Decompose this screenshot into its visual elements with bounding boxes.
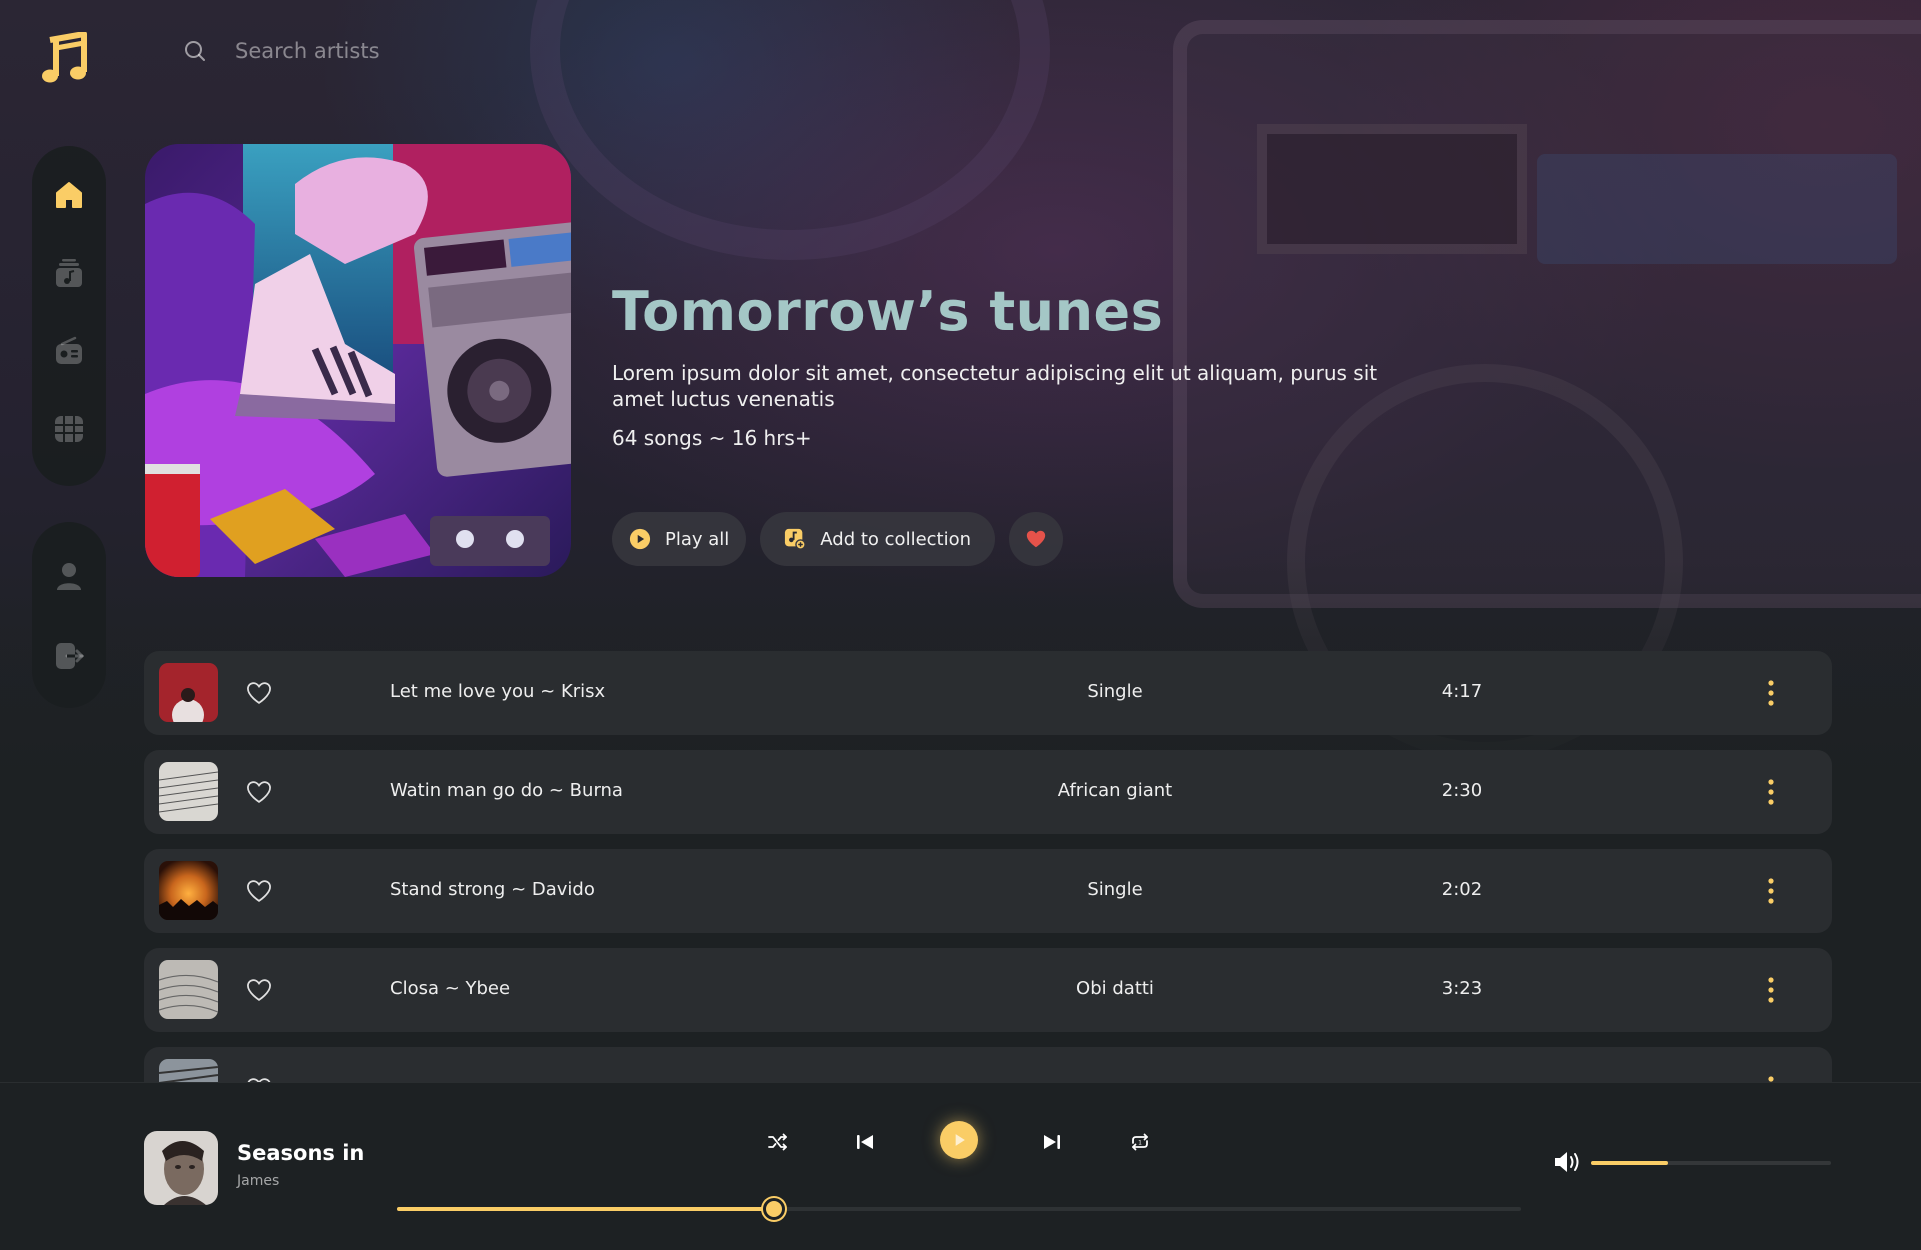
play-all-button[interactable]: Play all [612, 512, 747, 566]
heart-outline-icon[interactable] [245, 778, 273, 806]
playlist-actions: Play all Add to collection [612, 512, 1064, 566]
heart-outline-icon[interactable] [245, 976, 273, 1004]
shuffle-button[interactable] [759, 1123, 797, 1161]
add-to-collection-button[interactable]: Add to collection [760, 512, 996, 566]
track-thumbnail [159, 762, 218, 821]
track-row[interactable]: Watin man go do ~ Burna African giant 2:… [144, 750, 1832, 834]
track-title: Watin man go do ~ Burna [390, 780, 623, 801]
shuffle-icon [768, 1133, 787, 1151]
search-icon[interactable] [183, 39, 207, 63]
heart-filled-icon [1026, 530, 1046, 548]
track-duration: 2:02 [1441, 879, 1483, 900]
play-pause-button[interactable] [940, 1121, 978, 1159]
track-album: Single [1087, 681, 1143, 702]
add-music-icon [785, 528, 807, 550]
volume-level [1591, 1161, 1668, 1165]
volume-icon[interactable] [1553, 1149, 1583, 1175]
now-playing-artist: James [237, 1173, 280, 1189]
playlist-title: Tomorrow’s tunes [612, 280, 1164, 343]
sidebar-item-profile[interactable] [50, 557, 88, 595]
track-title: Closa ~ Ybee [390, 978, 511, 999]
playlist-cover-art [145, 144, 571, 577]
track-thumbnail [159, 663, 218, 722]
track-album: African giant [1057, 780, 1173, 801]
heart-outline-icon[interactable] [245, 679, 273, 707]
profile-icon [57, 563, 81, 590]
heart-outline-icon[interactable] [245, 877, 273, 905]
more-options-icon[interactable] [1760, 974, 1782, 1006]
more-options-icon[interactable] [1760, 776, 1782, 808]
seek-bar-progress [397, 1207, 773, 1211]
sidebar-item-home[interactable] [50, 176, 88, 214]
seek-bar[interactable] [397, 1198, 1521, 1220]
track-album: Single [1087, 879, 1143, 900]
sidebar-main-nav [32, 146, 106, 486]
home-icon [56, 182, 82, 208]
music-note-logo-icon[interactable] [40, 31, 94, 86]
search-input[interactable] [233, 38, 537, 64]
play-circle-icon [629, 528, 651, 550]
video-grid-icon [55, 416, 83, 442]
repeat-icon: 1 [1132, 1133, 1148, 1151]
sidebar-item-logout[interactable] [50, 637, 88, 675]
track-title: Stand strong ~ Davido [390, 879, 595, 900]
track-duration: 4:17 [1441, 681, 1483, 702]
radio-icon [56, 336, 82, 364]
logout-icon [56, 643, 85, 669]
track-duration: 3:23 [1441, 978, 1483, 999]
sidebar-account-nav [32, 522, 106, 708]
sidebar-item-radio[interactable] [50, 332, 88, 370]
playlist-meta: 64 songs ~ 16 hrs+ [612, 426, 812, 450]
track-thumbnail [159, 861, 218, 920]
play-all-label: Play all [665, 528, 730, 550]
next-button[interactable] [1033, 1123, 1071, 1161]
track-row[interactable]: Let me love you ~ Krisx Single 4:17 [144, 651, 1832, 735]
seek-bar-handle[interactable] [763, 1198, 786, 1220]
playlist-description: Lorem ipsum dolor sit amet, consectetur … [612, 361, 1378, 411]
track-duration: 2:30 [1441, 780, 1483, 801]
svg-text:1: 1 [1138, 1140, 1142, 1147]
add-to-collection-label: Add to collection [820, 528, 972, 550]
track-list: Let me love you ~ Krisx Single 4:17 Wati… [144, 651, 1832, 1082]
track-thumbnail [159, 1059, 218, 1082]
volume-slider[interactable] [1591, 1161, 1831, 1165]
like-playlist-button[interactable] [1009, 512, 1064, 566]
heart-outline-icon[interactable] [245, 1075, 273, 1082]
sidebar-item-videos[interactable] [50, 410, 88, 448]
search-bar [183, 38, 537, 64]
play-icon [955, 1134, 965, 1146]
track-row[interactable]: Closa ~ Ybee Obi datti 3:23 [144, 948, 1832, 1032]
player-bar: Seasons in James 1 [0, 1082, 1921, 1250]
track-thumbnail [159, 960, 218, 1019]
more-options-icon[interactable] [1760, 677, 1782, 709]
track-row[interactable]: Stand strong ~ Davido Single 2:02 [144, 849, 1832, 933]
music-library-icon [56, 259, 82, 287]
skip-previous-icon [857, 1135, 873, 1149]
skip-next-icon [1044, 1135, 1060, 1149]
now-playing-artwork [144, 1131, 218, 1205]
previous-button[interactable] [846, 1123, 884, 1161]
track-title: Let me love you ~ Krisx [390, 681, 606, 702]
track-album: Obi datti [1076, 978, 1154, 999]
now-playing-title: Seasons in [237, 1141, 365, 1165]
sidebar-item-library[interactable] [50, 254, 88, 292]
track-row[interactable] [144, 1047, 1832, 1082]
more-options-icon[interactable] [1760, 1073, 1782, 1082]
more-options-icon[interactable] [1760, 875, 1782, 907]
repeat-button[interactable]: 1 [1121, 1123, 1159, 1161]
